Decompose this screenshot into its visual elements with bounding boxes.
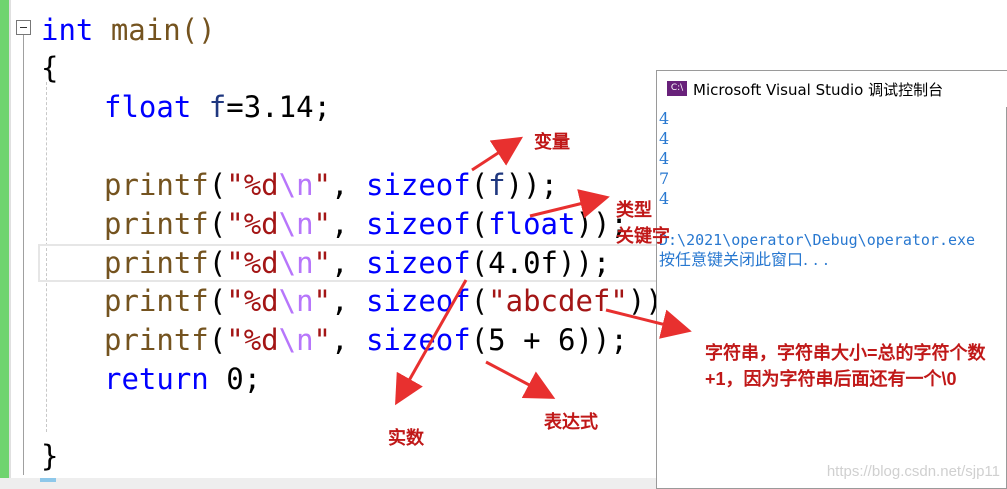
annotation-variable: 变量 (534, 132, 570, 152)
annotation-real-number: 实数 (388, 428, 424, 448)
arrow-to-type-keyword (529, 189, 610, 219)
annotation-keyword: 关键字 (616, 226, 670, 246)
annotation-expression: 表达式 (544, 412, 598, 432)
annotation-string-note: 字符串，字符串大小=总的字符个数+1，因为字符串后面还有一个\0 (705, 343, 986, 389)
arrow-to-real-number (395, 279, 468, 406)
arrow-to-string-note (605, 308, 692, 339)
annotation-type: 类型 (616, 200, 652, 220)
arrow-to-expression (485, 360, 556, 399)
arrow-to-variable (471, 136, 524, 172)
annotation-arrows (395, 136, 692, 406)
